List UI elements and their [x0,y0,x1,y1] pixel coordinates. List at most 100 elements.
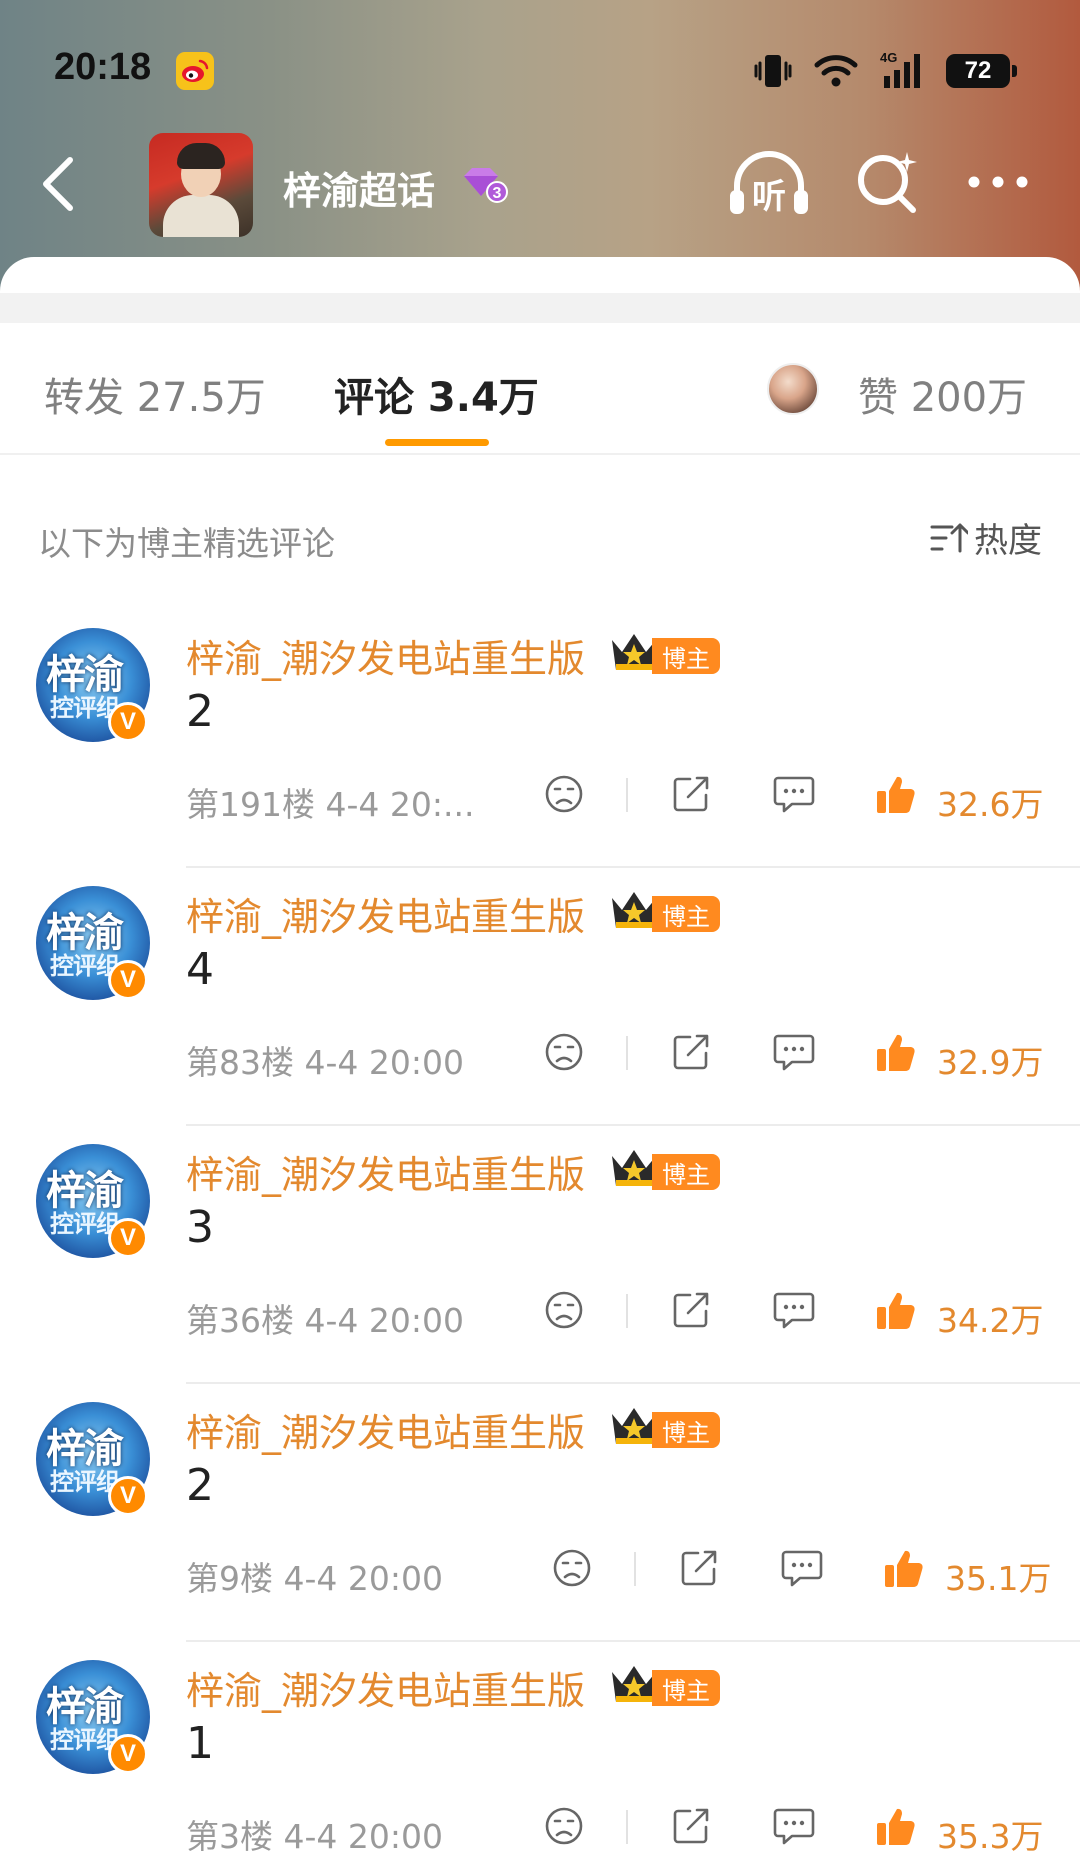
section-note: 以下为博主精选评论 [38,524,335,563]
action-separator [626,1294,628,1328]
comment-item[interactable]: 梓渝 控评组 V 梓渝_潮汐发电站重生版 博主 2 第191楼 4-4 20:.… [0,610,1080,868]
host-badge: 博主 [652,1412,720,1448]
action-separator [626,778,628,812]
like-count: 35.3万 [937,1817,1044,1856]
comment-text: 2 [186,1460,214,1511]
dislike-button[interactable] [543,1031,585,1073]
thumbs-up-icon [877,1034,915,1071]
comment-meta: 第191楼 4-4 20:... [186,785,475,824]
reply-button[interactable] [780,1547,824,1589]
tab-repost[interactable]: 转发 27.5万 [44,365,266,423]
comment-bubble-icon [773,776,815,813]
tab-like[interactable]: 赞 200万 [858,365,1027,423]
share-button[interactable] [670,1031,712,1073]
verified-badge-icon: V [108,960,148,1000]
like-button[interactable] [874,1289,918,1333]
network-type-label: 4G [880,50,897,65]
reply-button[interactable] [772,773,816,815]
sad-face-icon [553,1549,591,1587]
sad-face-icon [545,1807,583,1845]
verified-badge-icon: V [108,1734,148,1774]
share-icon [673,1808,709,1844]
action-separator [626,1810,628,1844]
comment-item[interactable]: 梓渝 控评组 V 梓渝_潮汐发电站重生版 博主 4 第83楼 4-4 20:00 [0,868,1080,1126]
sad-face-icon [545,1291,583,1329]
verified-badge-icon: V [108,702,148,742]
comment-item[interactable]: 梓渝 控评组 V 梓渝_潮汐发电站重生版 博主 2 第9楼 4-4 20:00 [0,1384,1080,1642]
dislike-button[interactable] [551,1547,593,1589]
share-button[interactable] [670,1289,712,1331]
host-badge: 博主 [652,896,720,932]
thumbs-up-icon [877,1292,915,1329]
comment-meta: 第36楼 4-4 20:00 [186,1301,464,1340]
comment-bubble-icon [773,1292,815,1329]
dislike-button[interactable] [543,1805,585,1847]
like-button[interactable] [874,1805,918,1849]
topic-title[interactable]: 梓渝超话 [283,160,435,215]
vip-level-text: 3 [493,185,502,202]
status-time: 20:18 [54,46,152,88]
headphones-icon[interactable]: 听 [727,150,811,218]
action-separator [626,1036,628,1070]
top-nav: 梓渝超话 3 听 [0,130,1080,240]
sort-label: 热度 [974,521,1042,561]
commenter-name[interactable]: 梓渝_潮汐发电站重生版 [186,1402,585,1457]
comment-bubble-icon [773,1808,815,1845]
dislike-button[interactable] [543,1289,585,1331]
thumbs-up-icon [877,1808,915,1845]
like-button[interactable] [882,1547,926,1591]
like-button[interactable] [874,1031,918,1075]
sort-icon [930,523,968,552]
comment-text: 2 [186,686,214,737]
wifi-icon [814,53,858,89]
share-button[interactable] [670,773,712,815]
commenter-name[interactable]: 梓渝_潮汐发电站重生版 [186,886,585,941]
comment-item[interactable]: 梓渝 控评组 V 梓渝_潮汐发电站重生版 博主 1 第3楼 4-4 20:00 [0,1642,1080,1874]
sort-button[interactable]: 热度 [930,513,1042,562]
comment-meta: 第9楼 4-4 20:00 [186,1559,443,1598]
status-icons: 4G 72 [754,46,1017,96]
comment-bubble-icon [781,1550,823,1587]
like-count: 32.6万 [937,785,1044,824]
tab-comment[interactable]: 评论 3.4万 [334,365,539,423]
comment-text: 3 [186,1202,214,1253]
share-button[interactable] [678,1547,720,1589]
like-button[interactable] [874,773,918,817]
weibo-notification-icon [176,52,214,90]
reply-button[interactable] [772,1289,816,1331]
host-badge: 博主 [652,638,720,674]
commenter-name[interactable]: 梓渝_潮汐发电站重生版 [186,628,585,683]
comment-meta: 第3楼 4-4 20:00 [186,1817,443,1856]
thumbs-up-icon [885,1550,923,1587]
sad-face-icon [545,1033,583,1071]
commenter-name[interactable]: 梓渝_潮汐发电站重生版 [186,1660,585,1715]
cellular-signal-icon: 4G [880,50,924,92]
like-count: 32.9万 [937,1043,1044,1082]
liker-avatar [767,363,819,415]
verified-badge-icon: V [108,1218,148,1258]
active-tab-indicator [385,439,489,446]
back-arrow-icon[interactable] [34,154,84,214]
stats-tabs: 转发 27.5万 评论 3.4万 赞 200万 [0,323,1080,455]
battery-indicator: 72 [946,54,1017,88]
share-icon [681,1550,717,1586]
vibrate-icon [754,51,792,91]
share-button[interactable] [670,1805,712,1847]
sheet-gap [0,293,1080,323]
reply-button[interactable] [772,1031,816,1073]
more-dots-icon[interactable] [966,170,1030,194]
search-icon[interactable] [855,150,921,216]
vip-level-icon: 3 [464,168,508,203]
reply-button[interactable] [772,1805,816,1847]
share-icon [673,1292,709,1328]
comment-item[interactable]: 梓渝 控评组 V 梓渝_潮汐发电站重生版 博主 3 第36楼 4-4 20:00 [0,1126,1080,1384]
commenter-name[interactable]: 梓渝_潮汐发电站重生版 [186,1144,585,1199]
comment-text: 4 [186,944,214,995]
comment-bubble-icon [773,1034,815,1071]
like-count: 35.1万 [945,1559,1052,1598]
share-icon [673,776,709,812]
dislike-button[interactable] [543,773,585,815]
thumbs-up-icon [877,776,915,813]
topic-avatar[interactable] [149,133,253,237]
section-header: 以下为博主精选评论 热度 [0,495,1080,575]
